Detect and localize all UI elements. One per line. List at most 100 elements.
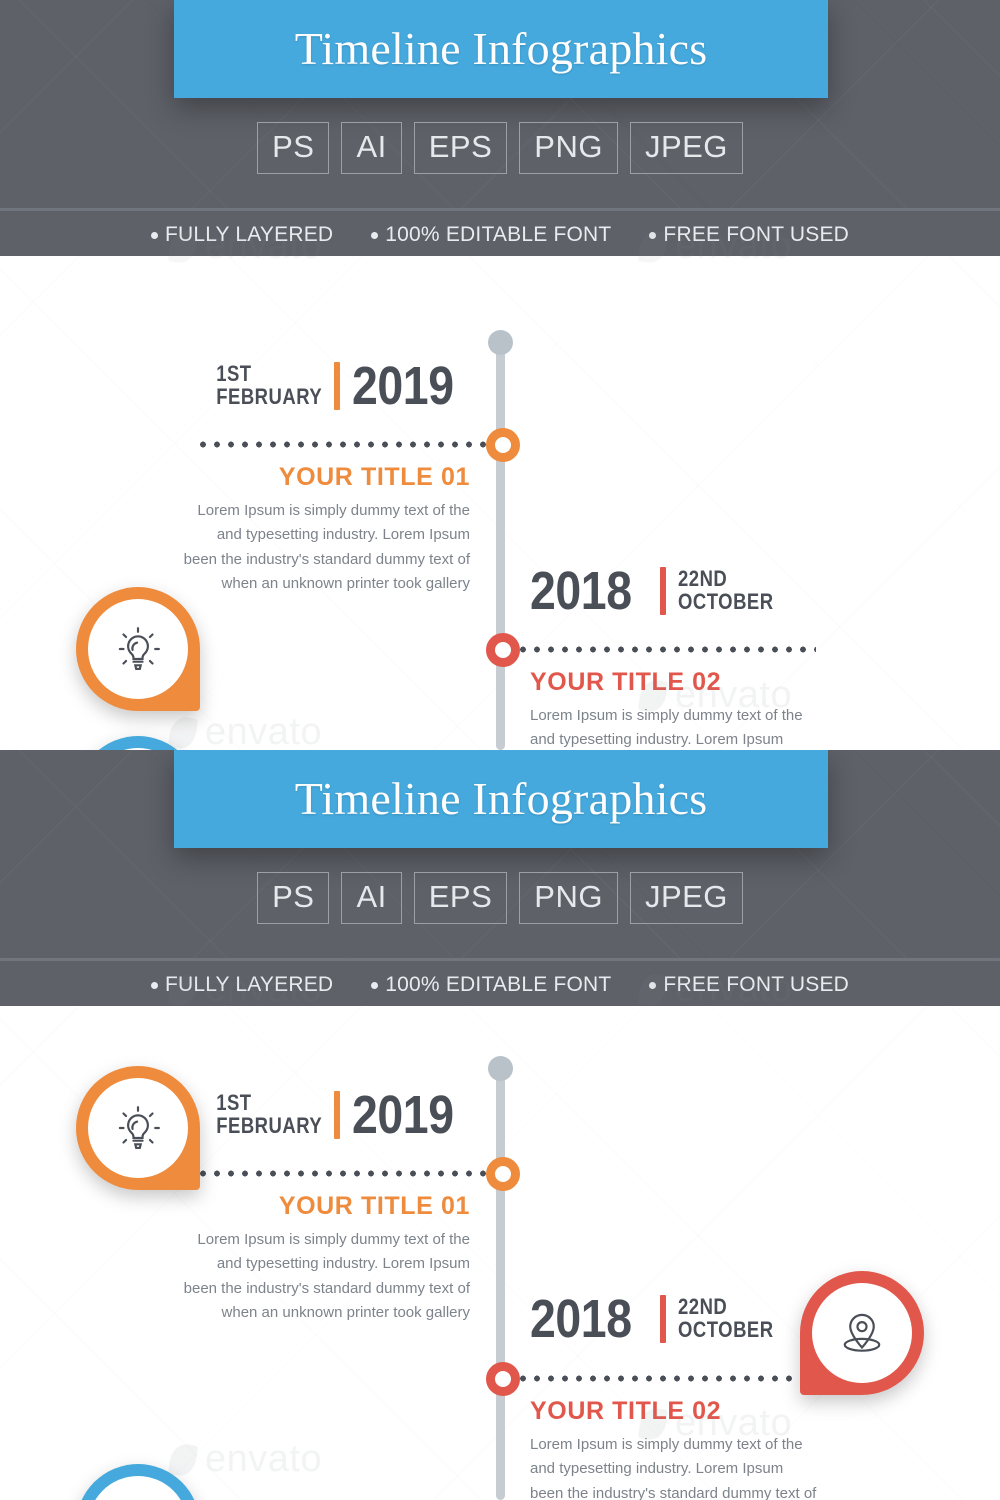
date-divider-bar (333, 362, 340, 410)
entry-line: been the industry's standard dummy text … (183, 550, 470, 568)
entry-line: been the industry's standard dummy text … (183, 1279, 470, 1297)
entry-line: been the industry's standard dummy text … (530, 1484, 817, 1500)
pin-inner (88, 599, 188, 699)
bullet-dot-icon (649, 231, 657, 239)
feature-bar-2: FULLY LAYERED 100% EDITABLE FONT FREE FO… (0, 958, 1000, 1009)
timeline-marker-2[interactable] (486, 1362, 520, 1396)
timeline-date-1: 1ST FEBRUARY 2019 (196, 359, 470, 413)
date-divider-bar (660, 567, 667, 615)
entry-line: when an unknown printer took gallery (221, 574, 470, 592)
format-badge-ai[interactable]: AI (341, 122, 402, 174)
feature-free-font: FREE FONT USED (649, 973, 849, 997)
timeline-text-2: YOUR TITLE 02 Lorem Ipsum is simply dumm… (530, 668, 830, 750)
format-badge-ai[interactable]: AI (341, 872, 402, 924)
format-badge-eps[interactable]: EPS (413, 872, 508, 924)
date-year-1: 2019 (351, 1085, 454, 1145)
date-divider-bar (660, 1295, 667, 1343)
connector-dots-2 (516, 646, 816, 653)
entry-line: Lorem Ipsum is simply dummy text of the (197, 1231, 470, 1248)
promo-header-2: Timeline Infographics PS AI EPS PNG JPEG (0, 750, 1000, 958)
feature-label: 100% EDITABLE FONT (385, 223, 612, 246)
entry-title-2: YOUR TITLE 02 (530, 1397, 722, 1425)
format-badge-ps[interactable]: PS (257, 122, 330, 174)
timeline-pin-3[interactable] (76, 736, 200, 750)
promo-title-band-2: Timeline Infographics (174, 750, 828, 848)
date-divider-bar (333, 1091, 340, 1139)
format-badge-png[interactable]: PNG (519, 872, 618, 924)
format-badge-eps[interactable]: EPS (413, 122, 508, 174)
connector-dots-1 (196, 441, 496, 448)
date-day-month-1: 1ST FEBRUARY (215, 361, 322, 409)
feature-label: FREE FONT USED (663, 223, 850, 246)
lightbulb-icon (118, 627, 160, 671)
timeline-date-2: 2018 22ND OCTOBER (530, 564, 792, 618)
date-day: 1ST (215, 1090, 252, 1116)
lightbulb-icon (118, 1106, 160, 1150)
entry-line: Lorem Ipsum is simply dummy text of the (197, 502, 470, 519)
date-month: OCTOBER (678, 589, 774, 614)
date-day: 22ND (678, 1294, 728, 1320)
entry-line: when an unknown printer took gallery (221, 1303, 470, 1321)
date-month: FEBRUARY (215, 384, 322, 409)
date-day-month-1: 1ST FEBRUARY (215, 1090, 322, 1138)
format-badges-2: PS AI EPS PNG JPEG (0, 872, 1000, 924)
feature-fully-layered: FULLY LAYERED (150, 223, 334, 247)
entry-line: and typesetting industry. Lorem Ipsum (216, 526, 470, 544)
bullet-dot-icon (150, 231, 158, 239)
feature-label: 100% EDITABLE FONT (385, 973, 612, 996)
connector-dots-2 (516, 1375, 816, 1382)
bullet-dot-icon (371, 231, 379, 239)
pin-inner (88, 1078, 188, 1178)
promo-title-band: Timeline Infographics (174, 0, 828, 98)
feature-label: FULLY LAYERED (164, 973, 334, 996)
timeline-marker-2[interactable] (486, 633, 520, 667)
entry-line: and typesetting industry. Lorem Ipsum (530, 731, 784, 749)
date-year-1: 2019 (351, 356, 454, 416)
date-day-month-2: 22ND OCTOBER (678, 1294, 774, 1342)
entry-title-1: YOUR TITLE 01 (278, 463, 470, 491)
feature-editable-font: 100% EDITABLE FONT (371, 973, 611, 997)
timeline-pin-1[interactable] (76, 1066, 200, 1190)
timeline-spine (496, 1070, 505, 1500)
pin-inner (812, 1283, 912, 1383)
timeline-date-1: 1ST FEBRUARY 2019 (196, 1088, 470, 1142)
timeline-pin-2[interactable] (800, 1271, 924, 1395)
entry-line: and typesetting industry. Lorem Ipsum (530, 1460, 784, 1478)
format-badges: PS AI EPS PNG JPEG (0, 122, 1000, 174)
format-badge-jpeg[interactable]: JPEG (629, 872, 743, 924)
format-badge-jpeg[interactable]: JPEG (629, 122, 743, 174)
date-year-2: 2018 (530, 561, 632, 621)
promo-header: Timeline Infographics PS AI EPS PNG JPEG (0, 0, 1000, 208)
page-title: Timeline Infographics (294, 773, 708, 824)
date-year-2: 2018 (530, 1289, 632, 1349)
entry-line: and typesetting industry. Lorem Ipsum (216, 1255, 470, 1273)
timeline-spine-cap (488, 1056, 513, 1081)
watermark-label: envato (205, 1438, 323, 1480)
entry-title-2: YOUR TITLE 02 (530, 668, 722, 696)
bullet-dot-icon (371, 981, 379, 989)
feature-free-font: FREE FONT USED (649, 223, 849, 247)
date-day-month-2: 22ND OCTOBER (678, 567, 774, 614)
format-badge-ps[interactable]: PS (257, 872, 330, 924)
timeline-pin-3[interactable] (76, 1464, 200, 1500)
timeline-marker-1[interactable] (486, 428, 520, 462)
watermark-label: envato (205, 711, 323, 750)
timeline-pin-1[interactable] (76, 587, 200, 711)
bullet-dot-icon (649, 981, 657, 989)
timeline-marker-1[interactable] (486, 1157, 520, 1191)
timeline-preview-2: 1ST FEBRUARY 2019 YOUR TITLE 01 Lorem Ip… (0, 1006, 1000, 1500)
feature-label: FULLY LAYERED (164, 223, 334, 246)
timeline-spine (496, 344, 505, 750)
connector-dots-1 (196, 1170, 496, 1177)
preview-page: Timeline Infographics PS AI EPS PNG JPEG… (0, 0, 1000, 1500)
map-pin-icon (843, 1313, 881, 1352)
feature-fully-layered: FULLY LAYERED (150, 973, 334, 997)
timeline-date-2: 2018 22ND OCTOBER (530, 1292, 792, 1346)
date-month: OCTOBER (678, 1317, 774, 1342)
date-day: 1ST (215, 361, 252, 387)
entry-line: Lorem Ipsum is simply dummy text of the (530, 707, 803, 724)
page-title: Timeline Infographics (294, 23, 708, 74)
format-badge-png[interactable]: PNG (519, 122, 618, 174)
timeline-spine-cap (488, 330, 513, 355)
timeline-preview-1: 1ST FEBRUARY 2019 YOUR TITLE 01 Lorem Ip… (0, 256, 1000, 750)
